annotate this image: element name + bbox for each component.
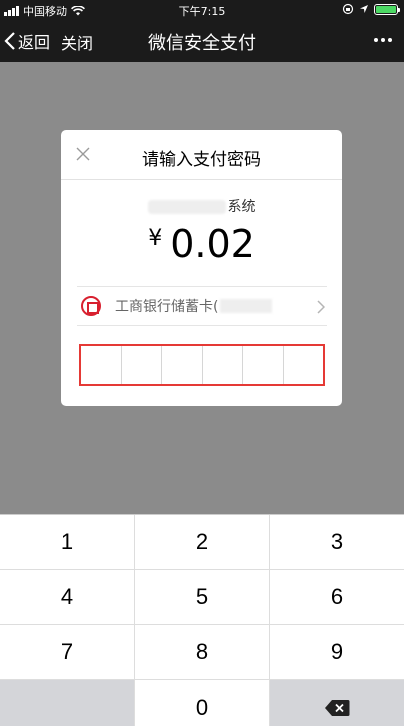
dialog-title: 请输入支付密码 [142,150,261,170]
key-6[interactable]: 6 [270,570,404,624]
key-1[interactable]: 1 [0,515,135,569]
rotation-lock-icon [342,3,354,15]
merchant-name: 系统 [61,196,342,216]
delete-key[interactable] [270,680,404,726]
keypad-row: 7 8 9 [0,625,404,680]
password-digit-cell [162,346,203,384]
password-digit-cell [203,346,243,384]
nav-bar: 返回 关闭 微信安全支付 [0,20,404,62]
keypad-row: 1 2 3 [0,515,404,570]
payment-dialog: 请输入支付密码 系统 ¥0.02 工商银行储蓄卡( [61,130,342,406]
merchant-redacted [147,200,226,214]
payment-amount: ¥0.02 [61,222,342,266]
status-bar: 中国移动 下午7:15 [0,0,404,20]
amount-value: 0.02 [170,222,255,266]
backspace-icon [325,700,350,716]
keypad-row: 0 [0,680,404,726]
icbc-bank-icon [81,296,101,316]
key-0[interactable]: 0 [135,680,270,726]
password-digit-cell [284,346,324,384]
key-5[interactable]: 5 [135,570,270,624]
dialog-header: 请输入支付密码 [61,130,342,180]
key-7[interactable]: 7 [0,625,135,679]
password-digit-cell [81,346,122,384]
location-arrow-icon [360,5,368,13]
payment-method-row[interactable]: 工商银行储蓄卡( [77,286,327,326]
page-title: 微信安全支付 [148,33,256,54]
key-3[interactable]: 3 [270,515,404,569]
status-right [342,3,400,15]
chevron-right-icon [317,300,325,314]
merchant-suffix: 系统 [227,199,256,215]
card-number-redacted [220,299,273,313]
password-digit-cell [243,346,284,384]
numeric-keypad: 1 2 3 4 5 6 7 8 9 0 [0,514,404,726]
key-9[interactable]: 9 [270,625,404,679]
more-options-icon[interactable] [374,38,392,42]
password-digit-cell [122,346,162,384]
payment-method-label: 工商银行储蓄卡( [115,299,219,315]
key-blank [0,680,135,726]
key-2[interactable]: 2 [135,515,270,569]
key-8[interactable]: 8 [135,625,270,679]
currency-symbol: ¥ [148,226,163,251]
keypad-row: 4 5 6 [0,570,404,625]
battery-icon [374,3,400,15]
key-4[interactable]: 4 [0,570,135,624]
password-input[interactable] [79,344,325,386]
